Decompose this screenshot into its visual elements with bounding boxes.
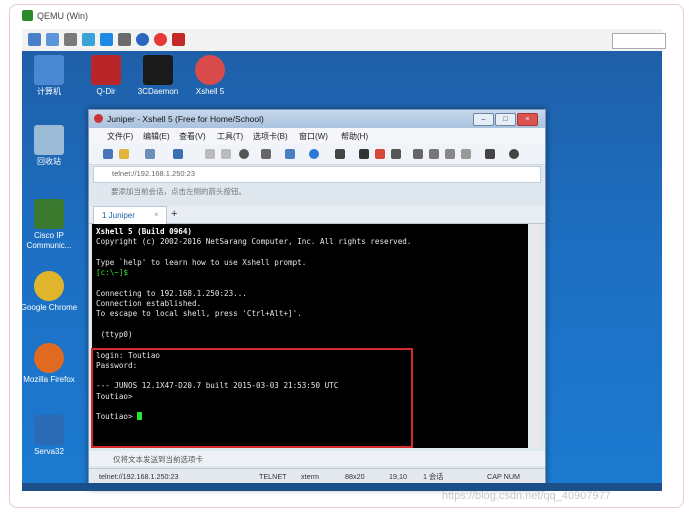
desktop-icon-computer[interactable]: 计算机 [22, 55, 79, 97]
tab-juniper[interactable]: 1 Juniper × [93, 206, 167, 224]
computer-icon [34, 55, 64, 85]
desktop-icon-qdir[interactable]: Q-Dir [76, 55, 136, 97]
qemu-toolbar [22, 29, 662, 52]
address-input[interactable]: telnet://192.168.1.250:23 [112, 169, 195, 178]
status-sessions: 1 会话 [423, 472, 444, 481]
highlight-box [91, 348, 413, 448]
paste-icon[interactable] [221, 149, 231, 159]
xshell-title-bar[interactable]: Juniper - Xshell 5 (Free for Home/School… [89, 110, 545, 128]
menu-tools[interactable]: 工具(T) [217, 131, 243, 142]
tab-close-icon[interactable]: × [154, 210, 159, 219]
lock-icon[interactable] [429, 149, 439, 159]
status-protocol: TELNET [259, 472, 287, 481]
new-session-icon[interactable] [103, 149, 113, 159]
xshell-window-icon [94, 114, 103, 123]
session-hint: 要添加当前会话，点击左侧的箭头按钮。 [111, 187, 246, 196]
xftp-icon[interactable] [375, 149, 385, 159]
keyboard-icon[interactable] [391, 149, 401, 159]
disk-icon[interactable] [118, 33, 131, 46]
firefox-icon [34, 343, 64, 373]
qemu-title: QEMU (Win) [37, 11, 88, 21]
fullscreen-icon-xs[interactable] [413, 149, 423, 159]
desktop-icon-3cdaemon[interactable]: 3CDaemon [128, 55, 188, 97]
transfer-icon[interactable] [285, 149, 295, 159]
compose-icon[interactable] [461, 149, 471, 159]
minimize-button[interactable]: – [473, 113, 494, 126]
qemu-dropdown[interactable] [612, 33, 666, 49]
status-bar: telnet://192.168.1.250:23 TELNET xterm 8… [89, 468, 545, 483]
3cdaemon-icon [143, 55, 173, 85]
desktop-icon-recycle-bin[interactable]: 回收站 [22, 125, 79, 167]
refresh-icon[interactable] [82, 33, 95, 46]
info-icon[interactable] [136, 33, 149, 46]
chrome-icon [34, 271, 64, 301]
desktop-icon-firefox[interactable]: Mozilla Firefox [22, 343, 79, 385]
windows-icon[interactable] [100, 33, 113, 46]
send-text-bar[interactable]: 仅将文本发送到当前选项卡 [89, 451, 545, 466]
close-button[interactable]: × [517, 113, 538, 126]
qemu-app-icon [22, 10, 33, 21]
xshell-title: Juniper - Xshell 5 (Free for Home/School… [107, 114, 264, 124]
tab-bar: 1 Juniper × + [89, 206, 545, 224]
new-tab-button[interactable]: + [171, 208, 177, 220]
open-folder-icon[interactable] [119, 149, 129, 159]
serva-icon [34, 415, 64, 445]
settings-icon[interactable] [64, 33, 77, 46]
fullscreen-icon[interactable] [28, 33, 41, 46]
cisco-icon [34, 199, 64, 229]
xshell-icon [195, 55, 225, 85]
watermark: https://blog.csdn.net/qq_40907977 [442, 490, 611, 502]
terminal-scrollbar[interactable] [529, 224, 541, 448]
view-icon[interactable] [46, 33, 59, 46]
address-bar[interactable]: telnet://192.168.1.250:23 [93, 166, 541, 183]
status-address: telnet://192.168.1.250:23 [99, 472, 179, 481]
desktop-icon-cisco[interactable]: Cisco IP Communic... [22, 199, 79, 251]
copy-icon[interactable] [205, 149, 215, 159]
xshell-toolbar [89, 144, 545, 165]
layout-icon[interactable] [445, 149, 455, 159]
print-icon[interactable] [261, 149, 271, 159]
menu-file[interactable]: 文件(F) [107, 131, 133, 142]
desktop-icon-xshell[interactable]: Xshell 5 [180, 55, 240, 97]
properties-icon[interactable] [173, 149, 183, 159]
recycle-bin-icon [34, 125, 64, 155]
find-icon[interactable] [239, 149, 249, 159]
menu-view[interactable]: 查看(V) [179, 131, 206, 142]
desktop-icon-serva[interactable]: Serva32 [22, 415, 79, 457]
script-icon[interactable] [359, 149, 369, 159]
globe-icon[interactable] [309, 149, 319, 159]
font-icon[interactable] [335, 149, 345, 159]
qemu-title-bar: QEMU (Win) [22, 10, 88, 26]
menu-tabs[interactable]: 选项卡(B) [253, 131, 288, 142]
exit-icon[interactable] [172, 33, 185, 46]
help-icon[interactable] [509, 149, 519, 159]
menu-help[interactable]: 帮助(H) [341, 131, 368, 142]
menu-window[interactable]: 窗口(W) [299, 131, 328, 142]
status-size: 88x20 [345, 472, 365, 481]
xshell-menubar: 文件(F) 编辑(E) 查看(V) 工具(T) 选项卡(B) 窗口(W) 帮助(… [89, 128, 545, 144]
status-caps: CAP NUM [487, 472, 521, 481]
desktop-icon-chrome[interactable]: Google Chrome [22, 271, 79, 313]
qdir-icon [91, 55, 121, 85]
menu-edit[interactable]: 编辑(E) [143, 131, 170, 142]
add-icon[interactable] [485, 149, 495, 159]
connect-icon[interactable] [145, 149, 155, 159]
status-position: 19,10 [389, 472, 407, 481]
stop-icon[interactable] [154, 33, 167, 46]
status-term: xterm [301, 472, 319, 481]
maximize-button[interactable]: □ [495, 113, 516, 126]
